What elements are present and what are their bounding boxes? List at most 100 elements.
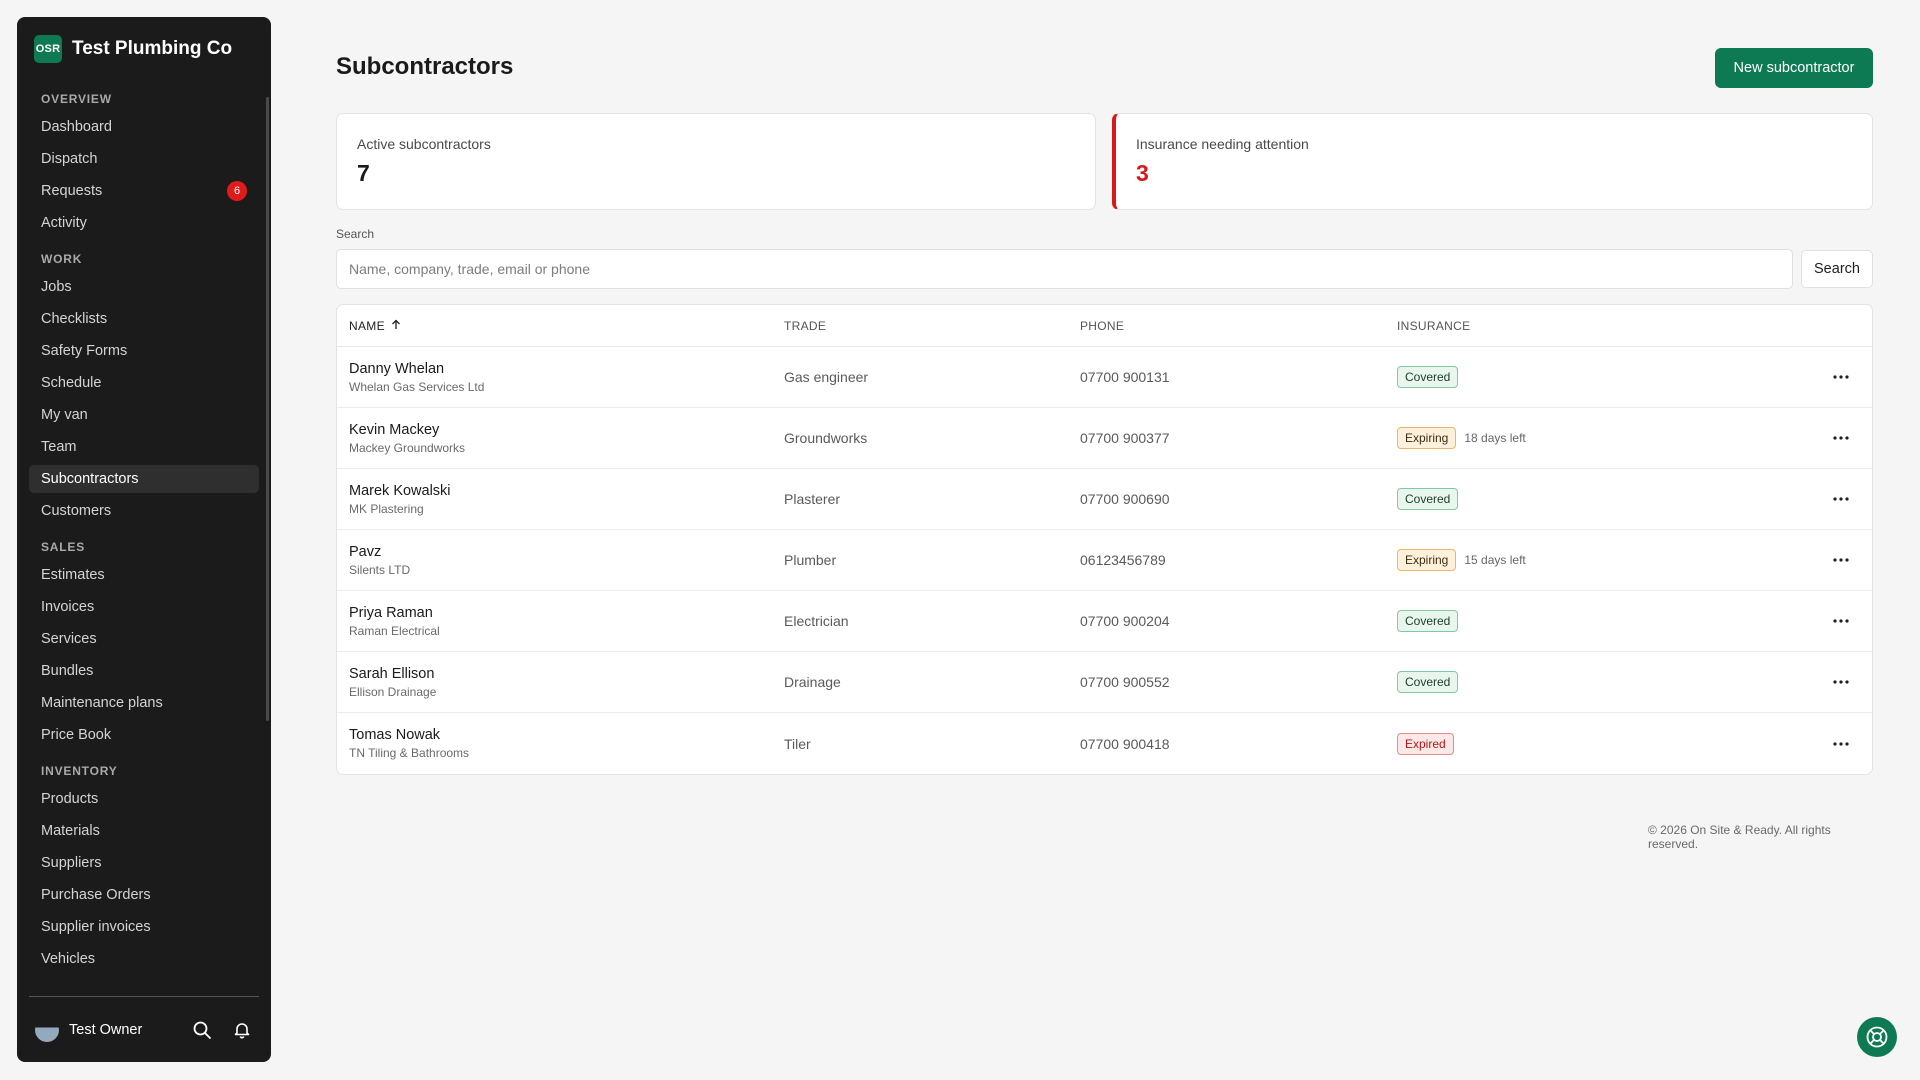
sidebar-item-estimates[interactable]: Estimates	[29, 561, 259, 589]
sidebar-item-label: Maintenance plans	[41, 695, 163, 711]
sidebar-item-invoices[interactable]: Invoices	[29, 593, 259, 621]
sidebar-item-team[interactable]: Team	[29, 433, 259, 461]
sidebar-item-label: Products	[41, 791, 99, 807]
phone-cell: 07700 900131	[1080, 369, 1170, 385]
insurance-status-badge: Covered	[1397, 488, 1459, 510]
sidebar-item-products[interactable]: Products	[29, 785, 259, 813]
brand[interactable]: OSR Test Plumbing Co	[17, 17, 271, 81]
row-actions-button[interactable]	[1829, 732, 1853, 756]
avatar[interactable]	[35, 1017, 59, 1042]
sidebar-item-subcontractors[interactable]: Subcontractors	[29, 465, 259, 493]
sidebar-item-schedule[interactable]: Schedule	[29, 369, 259, 397]
company-name: MK Plastering	[349, 501, 424, 516]
table-body: Danny Whelan Whelan Gas Services Ltd Gas…	[337, 347, 1872, 774]
sidebar-item-materials[interactable]: Materials	[29, 817, 259, 845]
name-cell: Priya Raman Raman Electrical	[349, 605, 440, 638]
column-header-phone[interactable]: PHONE	[1080, 319, 1124, 333]
column-header-insurance[interactable]: INSURANCE	[1397, 319, 1470, 333]
days-left: 15 days left	[1464, 553, 1526, 567]
stat-value: 7	[357, 160, 370, 186]
sidebar-footer: Test Owner	[29, 996, 259, 1062]
days-left: 18 days left	[1464, 431, 1526, 445]
insurance-status-badge: Expired	[1397, 732, 1454, 755]
sidebar-item-dispatch[interactable]: Dispatch	[29, 145, 259, 173]
row-actions-button[interactable]	[1829, 426, 1853, 450]
sidebar-item-jobs[interactable]: Jobs	[29, 273, 259, 301]
subcontractor-name[interactable]: Priya Raman	[349, 605, 440, 621]
subcontractor-name[interactable]: Marek Kowalski	[349, 483, 451, 499]
sidebar-item-bundles[interactable]: Bundles	[29, 657, 259, 685]
search-icon[interactable]	[191, 1019, 213, 1041]
table-row[interactable]: Priya Raman Raman Electrical Electrician…	[337, 591, 1872, 652]
sidebar-item-supplier-invoices[interactable]: Supplier invoices	[29, 913, 259, 941]
name-cell: Pavz Silents LTD	[349, 544, 410, 577]
sidebar-item-vehicles[interactable]: Vehicles	[29, 945, 259, 973]
help-button[interactable]	[1857, 1017, 1897, 1057]
subcontractor-name[interactable]: Pavz	[349, 544, 410, 560]
column-header-trade[interactable]: TRADE	[784, 319, 826, 333]
table-row[interactable]: Pavz Silents LTD Plumber 06123456789 Exp…	[337, 530, 1872, 591]
table-row[interactable]: Marek Kowalski MK Plastering Plasterer 0…	[337, 469, 1872, 530]
user-name[interactable]: Test Owner	[69, 1022, 173, 1038]
company-name: Raman Electrical	[349, 623, 440, 638]
bell-icon[interactable]	[231, 1019, 253, 1041]
more-horizontal-icon	[1833, 436, 1849, 440]
sidebar-item-maintenance-plans[interactable]: Maintenance plans	[29, 689, 259, 717]
sidebar-scrollbar[interactable]	[266, 97, 269, 721]
insurance-cell: Covered	[1397, 366, 1459, 388]
insurance-cell: Expiring 15 days left	[1397, 549, 1526, 571]
sidebar-item-label: Purchase Orders	[41, 887, 151, 903]
subcontractor-name[interactable]: Tomas Nowak	[349, 727, 469, 743]
sidebar-item-label: Dashboard	[41, 119, 112, 135]
sidebar-item-price-book[interactable]: Price Book	[29, 721, 259, 749]
name-cell: Danny Whelan Whelan Gas Services Ltd	[349, 361, 484, 394]
row-actions-button[interactable]	[1829, 548, 1853, 572]
sidebar-section-label: INVENTORY	[41, 764, 118, 778]
sidebar-item-purchase-orders[interactable]: Purchase Orders	[29, 881, 259, 909]
active-subcontractors-card: Active subcontractors 7	[336, 113, 1096, 210]
company-name: Whelan Gas Services Ltd	[349, 379, 485, 394]
row-actions-button[interactable]	[1829, 487, 1853, 511]
insurance-cell: Expiring 18 days left	[1397, 427, 1526, 449]
trade-cell: Tiler	[784, 735, 811, 752]
insurance-status-badge: Covered	[1397, 366, 1459, 388]
sidebar-item-requests[interactable]: Requests 6	[29, 177, 259, 205]
table-row[interactable]: Sarah Ellison Ellison Drainage Drainage …	[337, 652, 1872, 713]
more-horizontal-icon	[1833, 619, 1849, 623]
table-row[interactable]: Tomas Nowak TN Tiling & Bathrooms Tiler …	[337, 713, 1872, 774]
sidebar-item-label: Subcontractors	[41, 471, 139, 487]
search-button[interactable]: Search	[1801, 250, 1873, 288]
subcontractor-name[interactable]: Danny Whelan	[349, 361, 484, 377]
phone-cell: 07700 900377	[1080, 430, 1170, 446]
sidebar-item-label: Jobs	[41, 279, 72, 295]
column-header-label: NAME	[349, 318, 385, 333]
brand-logo: OSR	[34, 35, 62, 63]
search-input[interactable]	[336, 249, 1793, 289]
table-row[interactable]: Kevin Mackey Mackey Groundworks Groundwo…	[337, 408, 1872, 469]
subcontractor-name[interactable]: Sarah Ellison	[349, 666, 436, 682]
table-row[interactable]: Danny Whelan Whelan Gas Services Ltd Gas…	[337, 347, 1872, 408]
column-header-name[interactable]: NAME	[349, 319, 401, 333]
stat-label: Active subcontractors	[357, 136, 491, 152]
sidebar-item-safety-forms[interactable]: Safety Forms	[29, 337, 259, 365]
sidebar-item-my-van[interactable]: My van	[29, 401, 259, 429]
row-actions-button[interactable]	[1829, 365, 1853, 389]
insurance-cell: Covered	[1397, 671, 1459, 693]
sidebar-item-services[interactable]: Services	[29, 625, 259, 653]
subcontractor-name[interactable]: Kevin Mackey	[349, 422, 465, 438]
row-actions-button[interactable]	[1829, 609, 1853, 633]
sidebar-item-label: Suppliers	[41, 855, 102, 871]
sidebar-item-checklists[interactable]: Checklists	[29, 305, 259, 333]
trade-cell: Plasterer	[784, 491, 841, 507]
sidebar-item-customers[interactable]: Customers	[29, 497, 259, 525]
sidebar: OSR Test Plumbing Co OVERVIEW Dashboard Di…	[17, 17, 271, 1062]
trade-cell: Groundworks	[784, 430, 868, 446]
sort-ascending-icon	[391, 319, 401, 333]
notification-badge: 6	[227, 181, 247, 201]
sidebar-item-suppliers[interactable]: Suppliers	[29, 849, 259, 877]
sidebar-item-dashboard[interactable]: Dashboard	[29, 113, 259, 141]
row-actions-button[interactable]	[1829, 670, 1853, 694]
new-subcontractor-button[interactable]: New subcontractor	[1715, 48, 1873, 88]
sidebar-item-activity[interactable]: Activity	[29, 209, 259, 237]
sidebar-item-label: Materials	[41, 823, 100, 839]
